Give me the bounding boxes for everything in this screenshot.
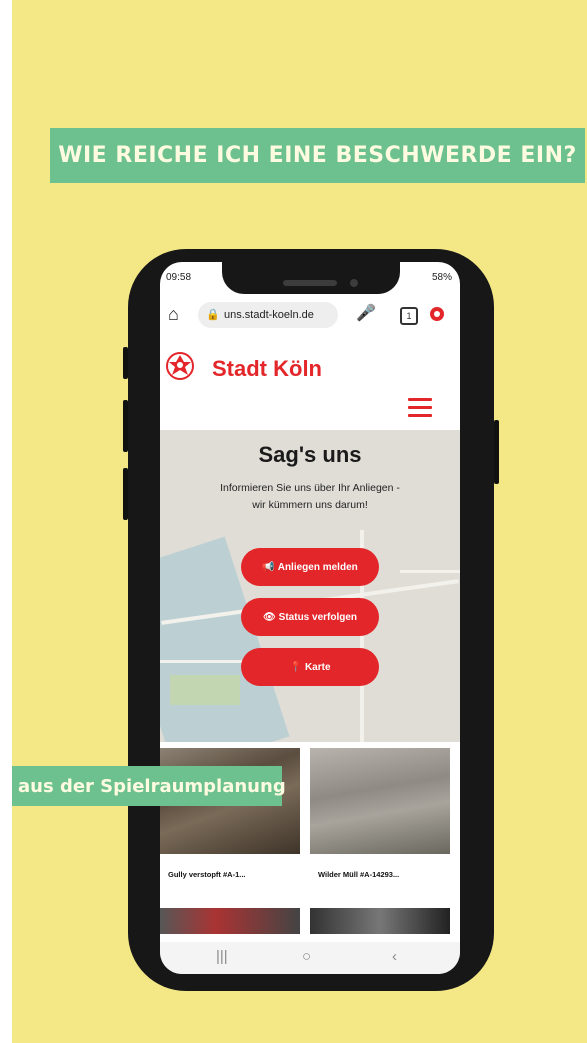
phone-side-button xyxy=(123,468,128,520)
status-time: 09:58 xyxy=(166,272,192,283)
recents-icon[interactable]: ||| xyxy=(216,948,228,965)
report-card-thumbnail[interactable] xyxy=(310,908,450,934)
android-nav-bar: ||| ○ ‹ xyxy=(160,942,460,974)
back-icon[interactable]: ‹ xyxy=(392,948,397,965)
card-title: Gully verstopft #A-1... xyxy=(168,870,246,879)
hero-title: Sag's uns xyxy=(258,442,362,467)
map-pin-icon: 📍 xyxy=(289,661,302,673)
phone-screen: 09:58 58% ⌂ 🔒 uns.stadt-koeln.de 🎤 1 Sta… xyxy=(160,262,460,974)
city-coat-of-arms-icon[interactable] xyxy=(164,350,196,382)
battery-level: 58% xyxy=(431,272,452,283)
site-logo-text[interactable]: Stadt Köln xyxy=(212,356,322,382)
map-button[interactable]: 📍 Karte xyxy=(241,648,379,686)
phone-notch xyxy=(222,258,400,294)
track-status-button[interactable]: 👁 Status verfolgen xyxy=(241,598,379,636)
card-title: Wilder Müll #A-14293... xyxy=(318,870,400,879)
browser-url-bar: ⌂ 🔒 uns.stadt-koeln.de 🎤 1 xyxy=(160,298,460,332)
report-card-thumbnail[interactable] xyxy=(160,908,300,934)
home-nav-icon[interactable]: ○ xyxy=(302,948,311,965)
map-park-area xyxy=(170,675,240,705)
waste-photo xyxy=(310,748,450,854)
phone-side-button xyxy=(123,400,128,452)
phone-power-button xyxy=(494,420,499,484)
report-issue-label: Anliegen melden xyxy=(277,561,358,573)
side-caption-banner: aus der Spielraumplanung xyxy=(12,766,286,806)
home-icon[interactable]: ⌂ xyxy=(168,304,179,325)
phone-speaker xyxy=(283,280,337,286)
phone-camera xyxy=(350,279,358,287)
phone-side-button xyxy=(123,347,128,379)
lock-icon: 🔒 xyxy=(206,309,220,321)
hamburger-icon[interactable] xyxy=(408,398,432,418)
track-status-label: Status verfolgen xyxy=(278,611,358,623)
hero-subtitle: Informieren Sie uns über Ihr Anliegen - … xyxy=(220,482,400,511)
url-field[interactable]: 🔒 uns.stadt-koeln.de xyxy=(198,302,338,328)
eye-icon: 👁 xyxy=(262,611,276,623)
menu-icon[interactable] xyxy=(430,307,444,321)
report-issue-button[interactable]: 📢 Anliegen melden xyxy=(241,548,379,586)
report-card[interactable]: Wilder Müll #A-14293... xyxy=(310,748,450,891)
hero-section: Sag's uns Informieren Sie uns über Ihr A… xyxy=(160,430,460,742)
headline-banner: WIE REICHE ICH EINE BESCHWERDE EIN? xyxy=(50,128,585,183)
map-label: Karte xyxy=(304,661,331,673)
card-divider xyxy=(160,854,300,858)
megaphone-icon: 📢 xyxy=(262,561,275,573)
map-road xyxy=(400,570,460,573)
tabs-icon[interactable]: 1 xyxy=(400,307,418,325)
mic-icon[interactable]: 🎤 xyxy=(356,303,376,323)
url-text: uns.stadt-koeln.de xyxy=(224,309,314,321)
